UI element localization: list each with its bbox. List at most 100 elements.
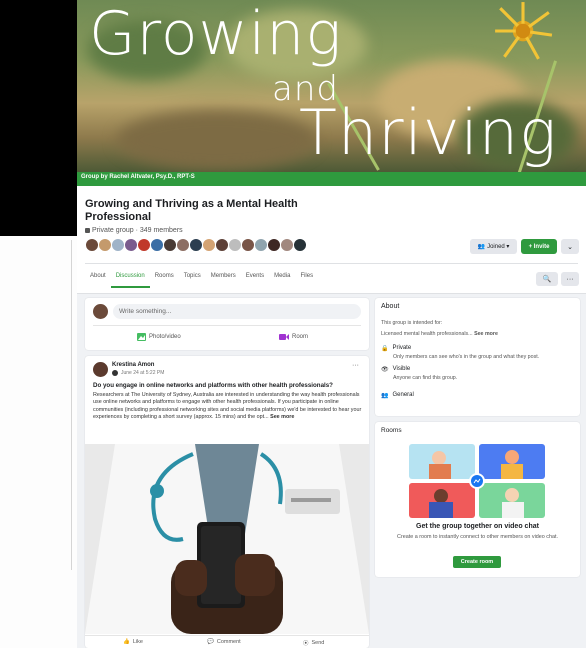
eye-icon: 👁 — [381, 367, 389, 373]
composer-divider — [93, 325, 361, 326]
room-label: Room — [292, 334, 309, 340]
post-body: Researchers at The University of Sydney,… — [93, 392, 363, 422]
post-question: Do you engage in online networks and pla… — [93, 382, 333, 389]
tab-discussion[interactable]: Discussion — [110, 272, 150, 288]
group-type-row: 👥 General — [381, 392, 414, 399]
photo-icon — [137, 333, 146, 341]
post-options-button[interactable]: ··· — [352, 362, 359, 369]
invite-label: + Invite — [528, 243, 550, 250]
joined-button[interactable]: 👥 Joined ▾ — [470, 239, 517, 254]
visibility-row: 👁 Visible — [381, 366, 410, 373]
privacy-description: Only members can see who's in the group … — [393, 354, 540, 360]
comment-button[interactable]: 💬 Comment — [207, 639, 241, 645]
about-intro: This group is intended for: — [381, 320, 443, 326]
group-icon: 👥 — [381, 393, 389, 399]
header-divider — [85, 263, 578, 264]
messenger-icon: ⦿ — [303, 641, 309, 647]
avatar[interactable] — [254, 238, 268, 252]
rooms-card: Rooms Get the group together on video ch… — [375, 422, 580, 577]
post-image[interactable] — [85, 444, 369, 634]
about-card: About This group is intended for: Licens… — [375, 298, 580, 416]
photo-video-label: Photo/video — [149, 334, 181, 340]
group-privacy-members[interactable]: Private group · 349 members — [92, 227, 183, 234]
avatar[interactable] — [93, 304, 108, 319]
group-title: Growing and Thriving as a Mental Health … — [85, 198, 298, 223]
write-something-input[interactable]: Write something... — [113, 304, 361, 319]
post-timestamp[interactable]: June 24 at 5:22 PM — [121, 370, 164, 376]
privacy-row: 🔒 Private — [381, 345, 411, 352]
comment-icon: 💬 — [207, 639, 214, 645]
comment-label: Comment — [216, 639, 241, 645]
create-room-button[interactable]: Create room — [453, 556, 501, 568]
avatar[interactable] — [85, 238, 99, 252]
send-label: Send — [311, 640, 325, 646]
search-icon: 🔍 — [542, 276, 552, 283]
like-button[interactable]: 👍 Like — [123, 639, 143, 645]
group-tabs: About Discussion Rooms Topics Members Ev… — [85, 272, 318, 288]
avatar[interactable] — [124, 238, 138, 252]
avatar[interactable] — [228, 238, 242, 252]
visibility-title: Visible — [392, 366, 411, 372]
invite-button[interactable]: + Invite — [521, 239, 557, 254]
group-page: Growing and Thriving Group by Rachel Alt… — [77, 0, 586, 648]
avatar[interactable] — [163, 238, 177, 252]
visibility-description: Anyone can find this group. — [393, 375, 458, 381]
rooms-title: Get the group together on video chat — [416, 523, 539, 530]
group-owner-byline[interactable]: Group by Rachel Altvater, Psy.D., RPT-S — [81, 174, 195, 180]
dandelion-icon — [495, 2, 553, 60]
more-dots-icon: ··· — [566, 275, 574, 283]
lock-icon: 🔒 — [381, 346, 389, 352]
photo-video-button[interactable]: Photo/video — [137, 333, 181, 341]
video-camera-icon — [279, 334, 289, 340]
about-heading: About — [381, 303, 400, 310]
search-button[interactable]: 🔍 — [536, 272, 558, 286]
avatar[interactable] — [111, 238, 125, 252]
avatar[interactable] — [202, 238, 216, 252]
avatar[interactable] — [241, 238, 255, 252]
members-icon: 👥 — [477, 244, 486, 250]
cover-photo: Growing and Thriving — [77, 0, 586, 172]
like-label: Like — [132, 639, 143, 645]
post-author[interactable]: Krestina Amon — [112, 362, 154, 368]
chevron-down-icon: ⌄ — [567, 243, 573, 251]
tab-media[interactable]: Media — [269, 272, 295, 288]
avatar[interactable] — [176, 238, 190, 252]
member-avatars[interactable] — [85, 238, 307, 254]
cover-title-line3: Thriving — [299, 96, 558, 169]
privacy-title: Private — [392, 345, 412, 351]
avatar[interactable] — [137, 238, 151, 252]
tab-members[interactable]: Members — [206, 272, 241, 288]
avatar[interactable] — [267, 238, 281, 252]
avatar[interactable] — [280, 238, 294, 252]
rooms-description: Create a room to instantly connect to ot… — [397, 534, 558, 540]
collapse-button[interactable]: ⌄ — [561, 239, 579, 254]
rooms-heading: Rooms — [381, 427, 402, 434]
author-badge-icon — [112, 370, 118, 376]
tab-topics[interactable]: Topics — [179, 272, 206, 288]
about-description: Licensed mental health professionals... … — [381, 331, 498, 337]
doctor-phone-image — [85, 444, 369, 634]
send-button[interactable]: ⦿ Send — [303, 639, 324, 647]
avatar[interactable] — [293, 238, 307, 252]
avatar[interactable] — [189, 238, 203, 252]
video-chat-illustration — [409, 444, 545, 518]
avatar[interactable] — [93, 362, 108, 377]
left-panel — [0, 236, 77, 648]
avatar[interactable] — [98, 238, 112, 252]
tab-rooms[interactable]: Rooms — [150, 272, 179, 288]
avatar[interactable] — [215, 238, 229, 252]
tab-events[interactable]: Events — [241, 272, 269, 288]
about-description-text: Licensed mental health professionals... — [381, 331, 473, 337]
room-button[interactable]: Room — [279, 333, 308, 341]
avatar[interactable] — [150, 238, 164, 252]
tab-files[interactable]: Files — [295, 272, 318, 288]
see-more-link[interactable]: See more — [270, 414, 294, 420]
post-body-text: Researchers at The University of Sydney,… — [93, 392, 362, 421]
left-dark-panel — [0, 0, 77, 236]
more-options-button[interactable]: ··· — [561, 272, 579, 286]
group-header: Growing and Thriving as a Mental Health … — [77, 186, 586, 294]
joined-label: Joined ▾ — [487, 244, 510, 250]
about-see-more-link[interactable]: See more — [474, 331, 498, 337]
tab-about[interactable]: About — [85, 272, 111, 288]
cover-title-line1: Growing — [89, 0, 343, 69]
